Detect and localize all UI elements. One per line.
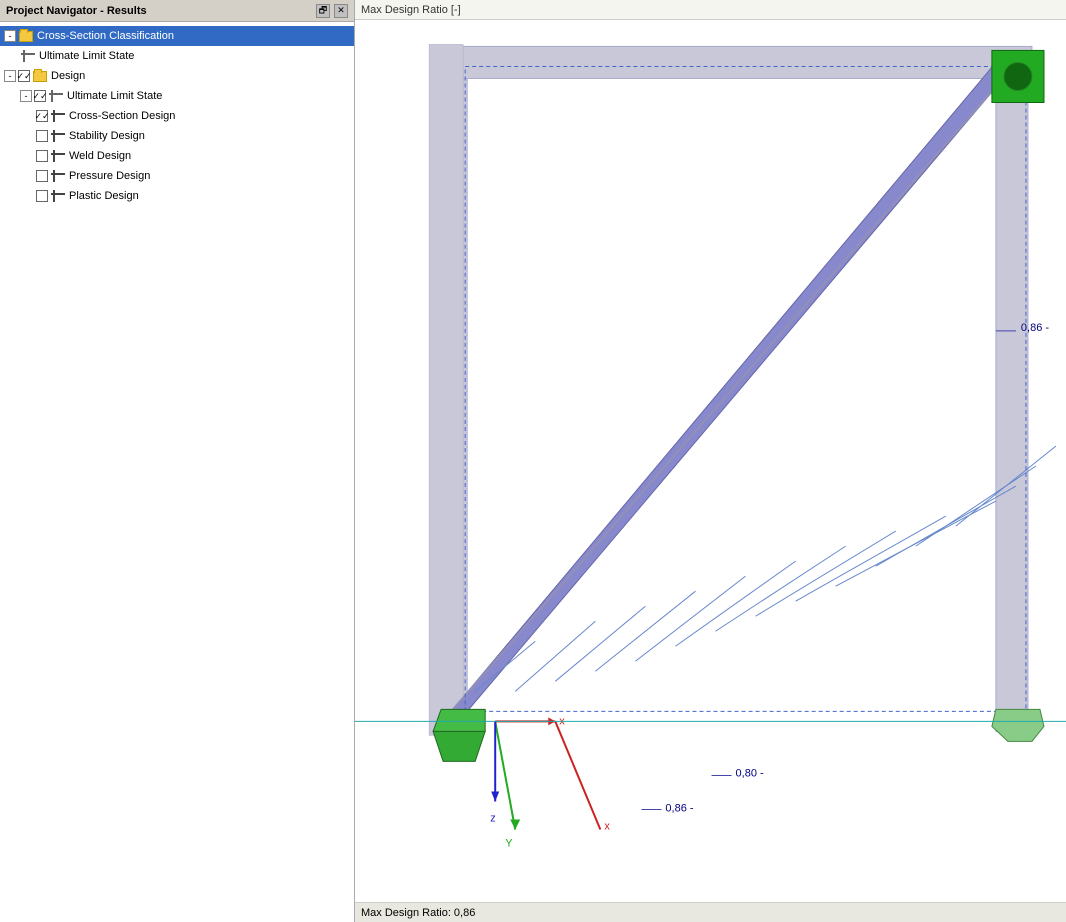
svg-text:z: z — [490, 813, 496, 825]
tree-label-pressure: Pressure Design — [69, 170, 150, 182]
tree-label-uls2: Ultimate Limit State — [67, 90, 162, 102]
tree-label-design: Design — [51, 70, 85, 82]
beam-icon-cs — [50, 109, 66, 123]
tree-item-weld[interactable]: Weld Design — [0, 146, 354, 166]
checkbox-design[interactable]: ✓ — [18, 70, 30, 82]
svg-text:0,86 -: 0,86 - — [665, 802, 693, 814]
checkbox-weld[interactable] — [36, 150, 48, 162]
tree-item-uls-1[interactable]: Ultimate Limit State — [0, 46, 354, 66]
tree-item-stability[interactable]: Stability Design — [0, 126, 354, 146]
tree-label-weld: Weld Design — [69, 150, 131, 162]
beam-icon-weld — [50, 149, 66, 163]
checkbox-stability[interactable] — [36, 130, 48, 142]
tree-item-cross-section-classification[interactable]: - Cross-Section Classification — [0, 26, 354, 46]
beam-icon-stability — [50, 129, 66, 143]
3d-viewport[interactable]: STEEL EC3 CA1 - Bemessung nach Eurocode … — [355, 20, 1066, 902]
beam-icon-pressure — [50, 169, 66, 183]
tree-item-pressure[interactable]: Pressure Design — [0, 166, 354, 186]
tree-label-1: Ultimate Limit State — [39, 50, 134, 62]
svg-text:0,86 -: 0,86 - — [1021, 322, 1049, 334]
viewport-header: Max Design Ratio [-] — [355, 0, 1066, 20]
viewport-panel: Max Design Ratio [-] STEEL EC3 CA1 - Bem… — [355, 0, 1066, 922]
checkbox-uls2[interactable]: ✓ — [34, 90, 46, 102]
panel-header: Project Navigator - Results 🗗 ✕ — [0, 0, 354, 22]
tree-item-cs-design[interactable]: ✓ Cross-Section Design — [0, 106, 354, 126]
tree-label-0: Cross-Section Classification — [37, 30, 174, 42]
svg-text:x: x — [604, 821, 610, 833]
svg-text:Y: Y — [505, 838, 513, 850]
tree-item-plastic[interactable]: Plastic Design — [0, 186, 354, 206]
panel-title: Project Navigator - Results — [6, 5, 147, 17]
project-navigator-panel: Project Navigator - Results 🗗 ✕ - Cross-… — [0, 0, 355, 922]
tree-container: - Cross-Section Classification Ultimate … — [0, 22, 354, 922]
viewport-title: Max Design Ratio [-] — [361, 4, 461, 16]
checkbox-cs[interactable]: ✓ — [36, 110, 48, 122]
expand-icon-0[interactable]: - — [4, 30, 16, 42]
svg-text:0,80 -: 0,80 - — [736, 767, 764, 779]
beam-icon-1 — [20, 49, 36, 63]
pin-button[interactable]: 🗗 — [316, 4, 330, 18]
beam-icon-uls2 — [48, 89, 64, 103]
tree-item-uls-2[interactable]: - ✓ Ultimate Limit State — [0, 86, 354, 106]
tree-label-plastic: Plastic Design — [69, 190, 139, 202]
tree-label-cs: Cross-Section Design — [69, 110, 175, 122]
folder-icon-0 — [18, 29, 34, 43]
tree-label-stability: Stability Design — [69, 130, 145, 142]
status-text: Max Design Ratio: 0,86 — [361, 907, 475, 919]
folder-icon-design — [32, 69, 48, 83]
expand-icon-design[interactable]: - — [4, 70, 16, 82]
tree-item-design[interactable]: - ✓ Design — [0, 66, 354, 86]
panel-controls: 🗗 ✕ — [316, 4, 348, 18]
close-button[interactable]: ✕ — [334, 4, 348, 18]
checkbox-plastic[interactable] — [36, 190, 48, 202]
checkbox-pressure[interactable] — [36, 170, 48, 182]
status-bar: Max Design Ratio: 0,86 — [355, 902, 1066, 922]
beam-icon-plastic — [50, 189, 66, 203]
expand-icon-uls2[interactable]: - — [20, 90, 32, 102]
